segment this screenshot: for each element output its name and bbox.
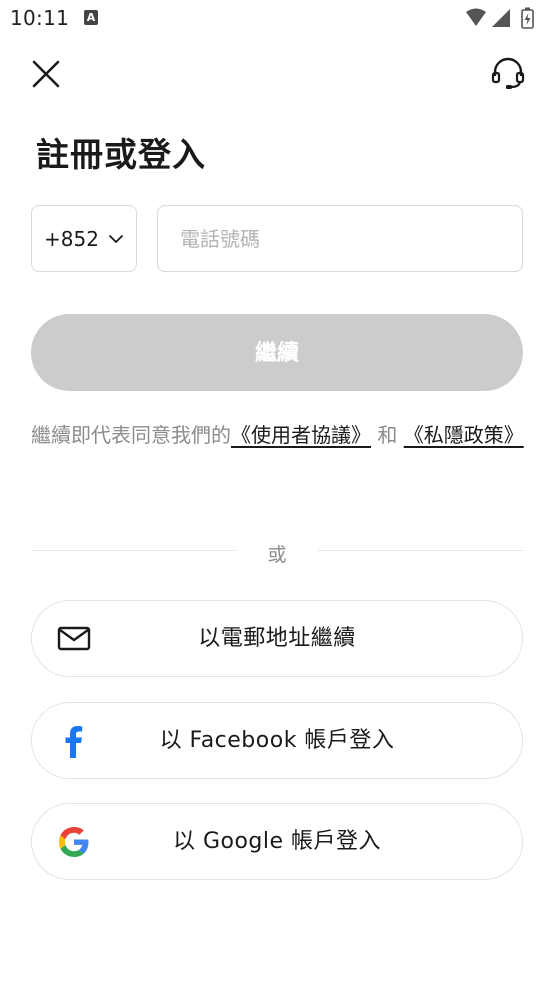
customer-support-button[interactable] [488,54,528,94]
continue-with-email-button[interactable]: 以電郵地址繼續 [31,600,523,677]
google-login-button[interactable]: 以 Google 帳戶登入 [31,803,523,880]
divider-or-text: 或 [267,544,287,566]
signal-icon [492,9,510,27]
country-code-value: +852 [44,227,99,251]
page-title: 註冊或登入 [36,135,206,174]
facebook-login-button[interactable]: 以 Facebook 帳戶登入 [31,702,523,779]
divider-line-left [31,550,236,551]
email-button-label: 以電郵地址繼續 [198,626,356,651]
close-button[interactable] [26,54,66,94]
terms-text: 繼續即代表同意我們的《使用者協議》 和 《私隱政策》 [31,419,527,451]
google-button-label: 以 Google 帳戶登入 [172,829,382,854]
headset-icon [491,57,525,89]
continue-button[interactable]: 繼續 [31,314,523,391]
wifi-icon [466,8,486,26]
terms-prefix: 繼續即代表同意我們的 [31,423,231,447]
notification-a-icon: A [84,10,98,25]
status-time: 10:11 [10,6,70,30]
divider-line-right [318,550,523,551]
privacy-policy-link[interactable]: 《私隱政策》 [404,423,524,447]
battery-icon [521,7,534,29]
status-bar: 10:11 A [0,0,554,36]
country-code-select[interactable]: +852 [31,205,137,272]
notification-letter: A [86,11,96,24]
status-icons-svg [466,7,534,29]
phone-number-input[interactable] [157,205,523,272]
close-icon [32,60,60,88]
user-agreement-link[interactable]: 《使用者協議》 [231,423,371,447]
facebook-button-label: 以 Facebook 帳戶登入 [159,728,395,753]
chevron-down-icon [109,235,123,243]
status-icons [464,6,544,30]
terms-conjunction: 和 [371,423,404,447]
